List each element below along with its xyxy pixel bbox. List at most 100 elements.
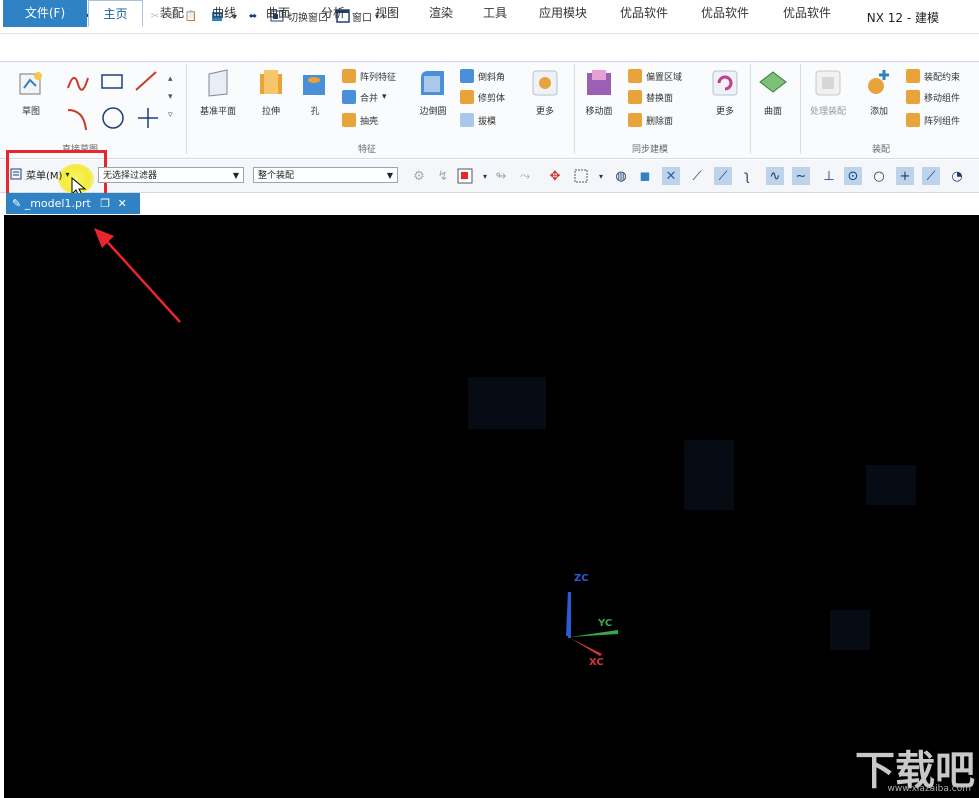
hole-button[interactable]: 孔 [300,68,330,117]
ghost-overlay [468,377,546,429]
more-icon [712,70,738,96]
group-label-feature: 特征 [358,145,377,155]
trim-body-button[interactable]: 修剪体 [460,89,505,105]
assembly-constraints-button[interactable]: 装配约束 [906,68,960,84]
move-face-button[interactable]: 移动面 [584,68,614,117]
snap-perpendicular-icon[interactable]: ⊥ [820,167,838,185]
chevron-down-icon[interactable]: ▾ [592,167,610,185]
studio-spline-icon[interactable] [67,77,89,91]
snap-endpoint-icon[interactable]: ✕ [662,167,680,185]
snap-line-icon[interactable]: ⟋ [714,167,732,185]
point-icon[interactable] [138,108,158,128]
more-icon [532,70,558,96]
select-feature-icon[interactable]: ⚙ [410,167,428,185]
tab-view[interactable]: 视图 [367,0,407,27]
rectangle-icon[interactable] [101,74,123,89]
tab-application[interactable]: 应用模块 [530,0,596,27]
snap-curve-icon[interactable]: ʅ [738,167,756,185]
x-axis-arrow [570,638,602,656]
tab-custom-1[interactable]: 优品软件 [611,0,677,27]
restore-icon[interactable]: ❐ [100,197,110,210]
move-component-icon [906,90,920,104]
tab-render[interactable]: 渲染 [421,0,461,27]
offset-region-button[interactable]: 偏置区域 [628,68,682,84]
tab-custom-3[interactable]: 优品软件 [774,0,840,27]
surface-icon [759,71,787,93]
unite-button[interactable]: 合并 ▾ [342,89,387,105]
line-icon[interactable] [135,71,157,91]
annotation-arrow [94,228,181,323]
edge-blend-button[interactable]: 边倒圆 [418,68,448,117]
tab-curve[interactable]: 曲线 [204,0,244,27]
move-component-button[interactable]: 移动组件 [906,89,960,105]
document-tab-bar [0,193,979,215]
shaded-icon[interactable]: ◼ [636,167,654,185]
snap-quadrant-icon[interactable]: ○ [870,167,888,185]
ghost-overlay [830,610,870,650]
extrude-icon [260,70,282,94]
document-tab[interactable]: ✎ _model1.prt ❐ ✕ [6,193,140,214]
extrude-button[interactable]: 拉伸 [256,68,286,117]
arc-icon[interactable] [67,109,87,131]
pattern-component-button[interactable]: 阵列组件 [906,112,960,128]
view-icon[interactable]: ◍ [612,167,630,185]
z-axis-label: ZC [574,573,589,584]
menu-highlight-box [6,150,107,198]
tab-analysis[interactable]: 分析 [313,0,353,27]
group-divider [800,64,801,154]
pattern-feature-icon [342,69,356,83]
feature-more-button[interactable]: 更多 [530,68,560,117]
add-component-button[interactable]: 添加 [864,68,894,117]
surface-button[interactable]: 曲面 [758,68,788,117]
filter-icon[interactable]: ↯ [434,167,452,185]
snap-icon[interactable]: ↬ [492,167,510,185]
circle-icon[interactable] [102,107,124,129]
snap-tangent-icon[interactable]: ∼ [792,167,810,185]
pattern-feature-button[interactable]: 阵列特征 [342,68,396,84]
selection-filter-select[interactable]: 无选择过滤器 ▼ [98,167,244,183]
y-axis-arrow [570,630,618,637]
datum-plane-icon [208,69,228,97]
general-selection-icon[interactable] [456,167,474,185]
tab-custom-2[interactable]: 优品软件 [692,0,758,27]
snap-face-icon[interactable]: ◔ [948,167,966,185]
hole-icon [303,75,325,95]
select-icon[interactable]: ✥ [546,167,564,185]
chamfer-icon [460,69,474,83]
ghost-overlay [684,440,734,510]
assembly-icon [815,70,841,96]
snap-spline-icon[interactable]: ∿ [766,167,784,185]
tab-assembly[interactable]: 装配 [152,0,192,27]
snap-center-icon[interactable]: ⊙ [844,167,862,185]
selection-scope-select[interactable]: 整个装配 ▼ [253,167,398,183]
constraint-icon [906,69,920,83]
draft-button[interactable]: 拔模 [460,112,496,128]
sync-more-button[interactable]: 更多 [710,68,740,117]
datum-plane-button[interactable]: 基准平面 [200,68,236,117]
tab-surface[interactable]: 曲面 [258,0,298,27]
tab-file[interactable]: 文件(F) [3,0,87,27]
rectangle-select-icon[interactable] [572,167,590,185]
tab-home[interactable]: 主页 [88,0,143,27]
assembly-navigator-button[interactable]: 处理装配 [810,68,846,117]
shell-button[interactable]: 抽壳 [342,112,378,128]
sketch-button[interactable]: 草图 [16,68,46,117]
close-icon[interactable]: ✕ [118,197,127,210]
replace-face-button[interactable]: 替换面 [628,89,673,105]
group-divider [574,64,575,154]
chevron-down-icon: ▼ [232,171,239,180]
chevron-down-icon[interactable]: ▾ [382,92,387,102]
window-title: NX 12 - 建模 [866,11,939,25]
ribbon-tab-bar [0,34,979,62]
pattern-component-icon [906,113,920,127]
gallery-scroll[interactable]: ▴ ▾ ▿ [168,70,173,124]
part-icon: ✎ [12,197,22,210]
orient-icon[interactable]: ⤳ [516,167,534,185]
tab-tools[interactable]: 工具 [475,0,515,27]
snap-point-icon[interactable]: + [896,167,914,185]
sketch-curve-gallery [64,70,164,134]
snap-midpoint-icon[interactable]: ⟋ [688,167,706,185]
chamfer-button[interactable]: 倒斜角 [460,68,505,84]
snap-on-curve-icon[interactable]: ⟋ [922,167,940,185]
delete-face-button[interactable]: 删除面 [628,112,673,128]
